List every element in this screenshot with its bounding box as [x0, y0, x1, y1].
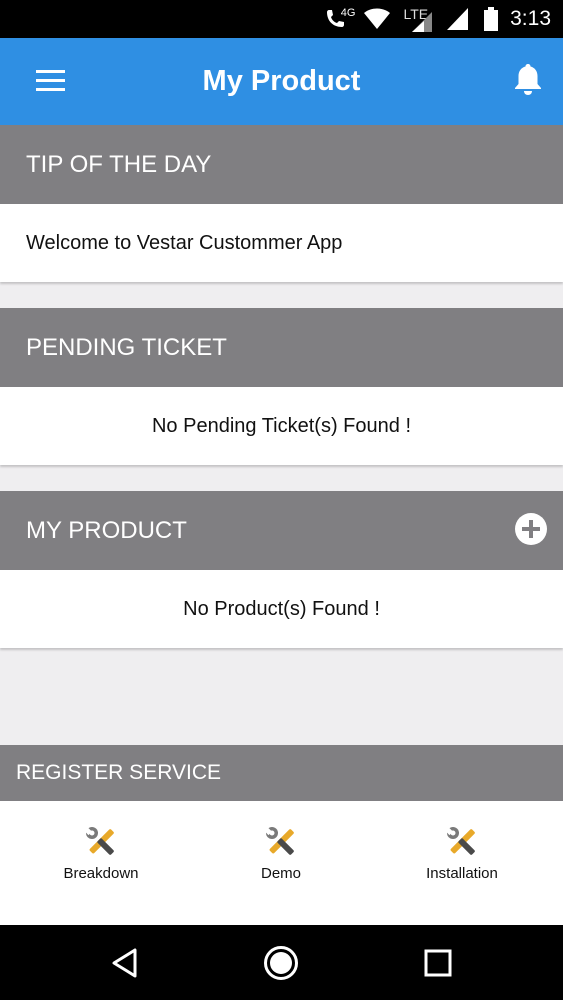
pending-ticket-card: No Pending Ticket(s) Found ! — [0, 387, 563, 465]
tip-message: Welcome to Vestar Custommer App — [26, 231, 343, 254]
tip-of-the-day-header: TIP OF THE DAY — [0, 125, 563, 204]
demo-button[interactable]: Demo — [206, 825, 356, 895]
battery-icon — [484, 7, 499, 31]
system-navigation-bar — [0, 925, 563, 1000]
tools-icon — [84, 827, 114, 855]
app-bar: My Product — [0, 38, 563, 125]
page-title: My Product — [202, 65, 361, 97]
menu-button[interactable] — [36, 70, 65, 92]
back-button[interactable] — [107, 945, 143, 981]
cell-signal-full-icon — [446, 7, 470, 31]
my-product-header: MY PRODUCT — [0, 491, 563, 570]
menu-icon-bar — [36, 79, 65, 82]
add-product-button[interactable] — [515, 513, 547, 545]
notification-button[interactable] — [513, 62, 543, 96]
section-title: TIP OF THE DAY — [26, 150, 212, 178]
clock: 3:13 — [510, 7, 551, 30]
back-triangle-icon — [112, 948, 137, 978]
section-title: REGISTER SERVICE — [16, 761, 221, 784]
register-service-header: REGISTER SERVICE — [0, 745, 563, 801]
recents-button[interactable] — [420, 945, 456, 981]
home-button[interactable] — [263, 945, 299, 981]
menu-icon-bar — [36, 88, 65, 91]
pending-ticket-header: PENDING TICKET — [0, 308, 563, 387]
breakdown-button[interactable]: Breakdown — [26, 825, 176, 895]
service-label: Installation — [426, 865, 498, 882]
home-circle-icon — [264, 946, 298, 980]
service-label: Demo — [260, 865, 301, 882]
empty-state-message: No Product(s) Found ! — [183, 597, 380, 620]
status-bar: 4G LTE 3:13 — [0, 0, 563, 38]
bell-icon — [515, 64, 541, 95]
register-service-panel: Breakdown Demo Installation — [0, 801, 563, 925]
network-type-label: 4G — [340, 7, 356, 19]
menu-icon — [36, 70, 65, 73]
section-title: MY PRODUCT — [26, 516, 187, 544]
service-label: Breakdown — [63, 865, 139, 882]
recents-square-icon — [424, 949, 452, 977]
section-title: PENDING TICKET — [26, 333, 227, 361]
tip-of-the-day-card: Welcome to Vestar Custommer App — [0, 204, 563, 282]
tools-icon — [445, 827, 475, 855]
wifi-icon — [363, 8, 391, 30]
my-product-card: No Product(s) Found ! — [0, 570, 563, 648]
installation-button[interactable]: Installation — [387, 825, 537, 895]
tools-icon — [264, 827, 294, 855]
empty-state-message: No Pending Ticket(s) Found ! — [151, 414, 411, 437]
cell-signal-icon — [410, 11, 434, 33]
